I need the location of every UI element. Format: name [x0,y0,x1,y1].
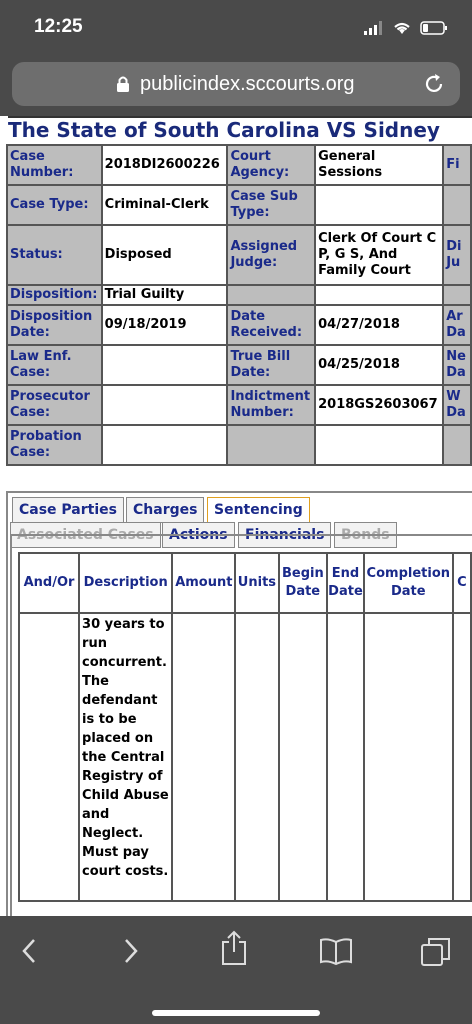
prosecutor-label: Prosecutor Case: [6,384,103,426]
home-indicator [152,1010,320,1016]
case-type-value: Criminal-Clerk [100,184,229,226]
filed-label: Fi [442,144,472,186]
url-text: publicindex.sccourts.org [140,73,355,95]
disposition-date-value: 09/18/2019 [100,304,229,346]
true-bill-label: True Bill Date: [226,344,317,386]
address-bar[interactable]: publicindex.sccourts.org [12,62,460,106]
back-icon[interactable] [18,936,40,966]
disposition-value: Trial Guilty [100,284,229,306]
law-enf-label: Law Enf. Case: [6,344,103,386]
disposition-label: Disposition: [6,284,103,306]
bookmarks-icon[interactable] [318,936,354,966]
lock-icon [117,76,129,92]
wifi-icon [394,22,410,34]
probation-label: Probation Case: [6,424,103,466]
page-content: The State of South Carolina VS Sidney Ca… [0,116,472,916]
case-sub-type-label: Case Sub Type: [226,184,317,226]
status-time: 12:25 [34,16,83,37]
true-bill-value: 04/25/2018 [314,344,445,386]
sentencing-table: And/Or Description Amount Units Begin Da… [17,552,472,902]
status-bar: 12:25 [0,0,472,60]
law-enf-value [100,344,229,386]
indictment-value: 2018GS2603067 [314,384,445,426]
status-icons [364,20,448,36]
col-end-date: End Date [326,552,365,614]
cell-completion [362,612,454,902]
signal-icon [364,21,382,35]
court-agency-label: Court Agency: [226,144,317,186]
case-title: The State of South Carolina VS Sidney [8,116,472,146]
col-units: Units [234,552,280,614]
court-agency-value: General Sessions [314,144,445,186]
date-received-label: Date Received: [226,304,317,346]
col-and-or: And/Or [17,552,81,614]
cell-begin [277,612,329,902]
tab-charges[interactable]: Charges [126,497,205,523]
battery-icon [420,21,447,35]
case-number-label: Case Number: [6,144,103,186]
prosecutor-value [100,384,229,426]
status-value: Disposed [100,224,229,286]
case-type-label: Case Type: [6,184,103,226]
cell-units [234,612,280,902]
probation-value [100,424,229,466]
share-icon[interactable] [220,930,248,966]
reload-icon[interactable] [422,72,446,96]
table-row: 30 years to run concurrent. The defendan… [17,612,472,902]
status-label: Status: [6,224,103,286]
col-begin-date: Begin Date [277,552,329,614]
browser-chrome-top: 12:25 publicindex.sccourts.org [0,0,472,116]
tab-case-parties[interactable]: Case Parties [12,497,124,523]
tabs-icon[interactable] [420,936,452,968]
forward-icon[interactable] [120,936,142,966]
cell-description: 30 years to run concurrent. The defendan… [78,612,174,902]
assigned-judge-label: Assigned Judge: [226,224,317,286]
cell-end [326,612,365,902]
col-c: C [451,552,472,614]
disposition-date-label: Disposition Date: [6,304,103,346]
wa-label: W Da [442,384,472,426]
case-number-value: 2018DI2600226 [100,144,229,186]
col-description: Description [78,552,174,614]
col-amount: Amount [171,552,237,614]
cell-amount [171,612,237,902]
case-info-table: Case Number: 2018DI2600226 Court Agency:… [6,144,472,466]
tab-sentencing[interactable]: Sentencing [207,497,310,522]
di-label: Di Ju [442,224,472,286]
cell-and-or [17,612,81,902]
assigned-judge-value: Clerk Of Court C P, G S, And Family Cour… [314,224,445,286]
col-completion-date: Completion Date [362,552,454,614]
indictment-label: Indictment Number: [226,384,317,426]
ne-label: Ne Da [442,344,472,386]
date-received-value: 04/27/2018 [314,304,445,346]
browser-toolbar [0,916,472,1024]
ar-label: Ar Da [442,304,472,346]
case-sub-type-value [314,184,445,226]
